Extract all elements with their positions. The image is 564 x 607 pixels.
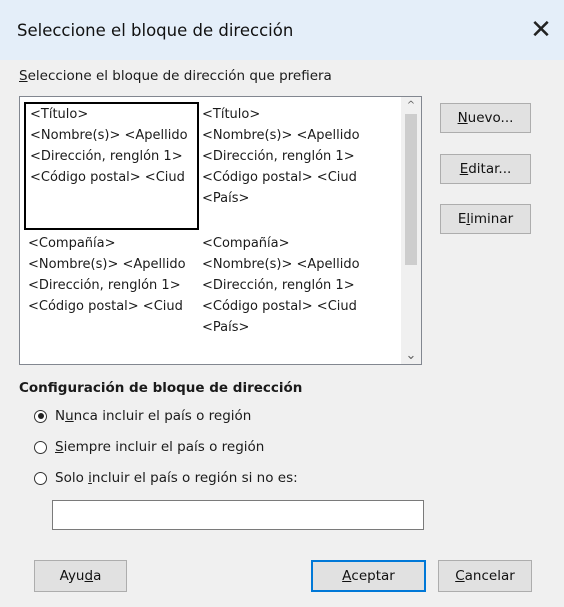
scrollbar-thumb[interactable]	[405, 114, 417, 265]
address-line: <Compañía>	[202, 236, 290, 251]
ok-button-label: ceptar	[351, 568, 395, 584]
address-line: <Nombre(s)> <Apellido	[30, 128, 188, 143]
help-button-label-a: Ayu	[59, 568, 85, 584]
address-block-2[interactable]: <Título> <Nombre(s)> <Apellido <Direcció…	[202, 104, 377, 228]
title-bar: Seleccione el bloque de dirección ✕	[0, 0, 564, 60]
address-list-label-text: eleccione el bloque de dirección que pre…	[27, 68, 332, 84]
address-line: <Nombre(s)> <Apellido	[28, 257, 186, 272]
address-block-1[interactable]: <Título> <Nombre(s)> <Apellido <Direcció…	[24, 102, 199, 230]
help-button[interactable]: Ayu d a	[34, 560, 127, 592]
help-button-label-b: a	[93, 568, 102, 584]
address-line: <Nombre(s)> <Apellido	[202, 128, 360, 143]
radio-never-indicator[interactable]	[34, 409, 47, 423]
address-line: <País>	[202, 191, 250, 206]
address-line: <Compañía>	[28, 236, 116, 251]
delete-button-label-b: iminar	[470, 211, 514, 227]
address-block-list[interactable]: <Título> <Nombre(s)> <Apellido <Direcció…	[19, 96, 422, 365]
address-list-label: Seleccione el bloque de dirección que pr…	[19, 68, 332, 84]
address-line: <País>	[202, 320, 250, 335]
cancel-button[interactable]: Cancelar	[438, 560, 532, 592]
delete-button[interactable]: El iminar	[440, 204, 531, 234]
address-line: <Dirección, renglón 1>	[30, 149, 183, 164]
config-section-title: Configuración de bloque de dirección	[19, 380, 303, 396]
radio-always[interactable]: Siempre incluir el país o región	[34, 439, 264, 455]
address-line: <Código postal> <Ciud	[202, 170, 357, 185]
radio-only-if-not-label: Solo incluir el país o región si no es:	[55, 470, 298, 486]
edit-button-label: ditar...	[468, 161, 512, 177]
ok-button[interactable]: Aceptar	[311, 560, 426, 592]
radio-never-label: Nunca incluir el país o región	[55, 408, 252, 424]
close-icon[interactable]: ✕	[518, 11, 564, 49]
address-line: <Nombre(s)> <Apellido	[202, 257, 360, 272]
address-line: <Código postal> <Ciud	[202, 299, 357, 314]
radio-only-if-not-indicator[interactable]	[34, 471, 47, 485]
cancel-button-label: ancelar	[464, 568, 515, 584]
edit-button[interactable]: Editar...	[440, 154, 531, 184]
address-line: <Código postal> <Ciud	[30, 170, 185, 185]
address-line: <Dirección, renglón 1>	[28, 278, 181, 293]
radio-never[interactable]: Nunca incluir el país o región	[34, 408, 251, 424]
window-title: Seleccione el bloque de dirección	[17, 21, 294, 40]
delete-button-label-a: E	[457, 211, 467, 227]
list-scrollbar[interactable]: ^ ⌄	[401, 97, 421, 364]
country-input[interactable]	[52, 500, 424, 530]
new-button[interactable]: Nuevo...	[440, 103, 531, 133]
address-line: <Dirección, renglón 1>	[202, 278, 355, 293]
radio-always-indicator[interactable]	[34, 440, 47, 454]
radio-always-label: Siempre incluir el país o región	[55, 439, 265, 455]
new-button-label: uevo...	[467, 110, 514, 126]
address-line: <Título>	[30, 107, 89, 122]
address-line: <Código postal> <Ciud	[28, 299, 183, 314]
dialog-body: Seleccione el bloque de dirección que pr…	[0, 60, 564, 607]
address-line: <Título>	[202, 107, 261, 122]
address-block-4[interactable]: <Compañía> <Nombre(s)> <Apellido <Direcc…	[202, 233, 377, 357]
scroll-down-icon[interactable]: ⌄	[401, 347, 421, 364]
radio-only-if-not[interactable]: Solo incluir el país o región si no es:	[34, 470, 298, 486]
address-line: <Dirección, renglón 1>	[202, 149, 355, 164]
address-block-3[interactable]: <Compañía> <Nombre(s)> <Apellido <Direcc…	[28, 233, 203, 343]
scroll-up-icon[interactable]: ^	[401, 97, 421, 114]
help-button-label-u: d	[84, 568, 94, 584]
